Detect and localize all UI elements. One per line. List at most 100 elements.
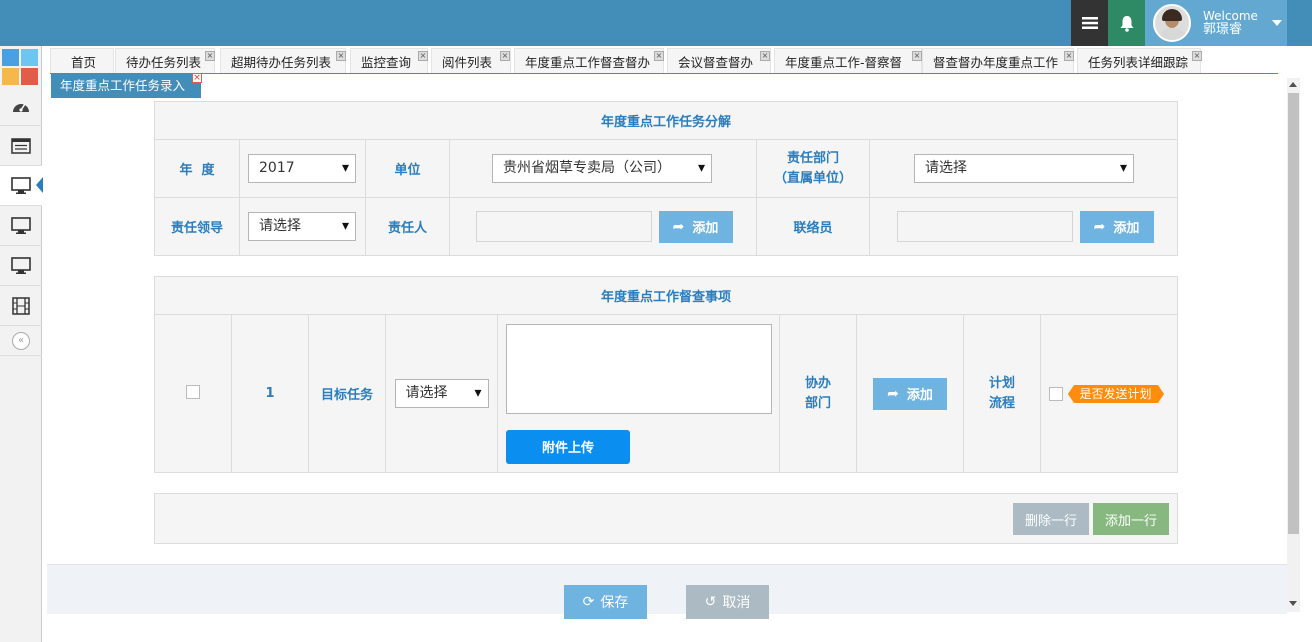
row-number: 1 — [231, 314, 309, 473]
tab-close-icon[interactable]: × — [760, 51, 770, 61]
table-row: 1 目标任务 请选择 附件上传 协办 部门 ➦添加 计划 — [154, 314, 1178, 473]
send-plan-badge: 是否发送计划 — [1067, 384, 1164, 403]
sidebar-item-dashboard[interactable] — [0, 86, 42, 126]
tab-divider — [50, 73, 1278, 74]
user-info: Welcome 郭璟睿 — [1203, 9, 1258, 37]
tab-close-icon[interactable]: × — [336, 51, 346, 61]
sidebar: « — [0, 46, 43, 642]
tab-label: 监控查询 — [361, 54, 412, 70]
responsible-person-input[interactable] — [476, 211, 652, 242]
refresh-icon: ⟳ — [582, 594, 595, 610]
tab-overdue-tasks[interactable]: 超期待办任务列表 — [220, 48, 346, 74]
vertical-scrollbar[interactable] — [1287, 78, 1300, 612]
notifications-button[interactable] — [1108, 0, 1145, 46]
scrollbar-thumb[interactable] — [1288, 93, 1299, 534]
unit-select[interactable]: 贵州省烟草专卖局（公司） — [492, 154, 712, 183]
delete-row-button[interactable]: 删除一行 — [1013, 503, 1089, 535]
menu-icon — [1081, 17, 1098, 29]
sidebar-item-desktop-2[interactable] — [0, 206, 42, 246]
tab-monitor-query[interactable]: 监控查询 — [350, 48, 428, 74]
share-icon: ➦ — [1093, 218, 1106, 235]
task-decomposition-form: 年度重点工作任务分解 年 度 2017 单位 贵州省烟草专卖局（公司） 责任部门… — [154, 101, 1178, 256]
add-liaison-button[interactable]: ➦ 添加 — [1079, 210, 1154, 243]
responsible-leader-label: 责任领导 — [154, 197, 240, 256]
tab-home[interactable]: 首页 — [50, 48, 114, 74]
responsible-person-label: 责任人 — [365, 197, 450, 256]
tab-label: 阅件列表 — [442, 54, 493, 70]
target-task-label: 目标任务 — [308, 314, 386, 473]
tab-close-icon[interactable]: × — [654, 51, 664, 61]
tab-close-icon[interactable]: × — [912, 51, 922, 61]
tab-close-icon[interactable]: × — [1192, 51, 1202, 61]
add-person-button[interactable]: ➦ 添加 — [658, 210, 733, 243]
navbar-right: Welcome 郭璟睿 — [1071, 0, 1287, 46]
tab-todo-tasks[interactable]: 待办任务列表 — [115, 48, 215, 74]
menu-button[interactable] — [1071, 0, 1108, 46]
list-icon — [11, 137, 31, 154]
caret-down-icon — [1271, 20, 1282, 26]
plan-flow-label: 计划 流程 — [963, 314, 1041, 473]
send-plan-checkbox[interactable] — [1049, 386, 1063, 401]
tab-close-icon[interactable]: × — [418, 51, 428, 61]
share-icon: ➦ — [887, 385, 899, 402]
tab-close-icon[interactable]: × — [192, 73, 202, 83]
user-menu[interactable]: Welcome 郭璟睿 — [1145, 0, 1287, 46]
tab-label: 年度重点工作督查督办 — [525, 54, 651, 70]
top-navbar: Welcome 郭璟睿 — [0, 0, 1312, 46]
tab-task-tracking[interactable]: 任务列表详细跟踪 — [1077, 48, 1201, 74]
assist-dept-label: 协办 部门 — [779, 314, 857, 473]
tab-label: 督查督办年度重点工作 — [933, 54, 1059, 70]
supervision-items-table: 年度重点工作督查事项 1 目标任务 请选择 附件上传 协办 部门 ➦添加 — [154, 276, 1178, 473]
bell-icon — [1120, 15, 1133, 32]
add-row-button[interactable]: 添加一行 — [1093, 503, 1169, 535]
target-task-textarea[interactable] — [506, 323, 772, 414]
dashboard-icon — [13, 103, 29, 112]
sidebar-item-film[interactable] — [0, 286, 42, 326]
section-title: 年度重点工作督查事项 — [154, 276, 1178, 315]
tab-close-icon[interactable]: × — [1064, 51, 1074, 61]
tab-read-list[interactable]: 阅件列表 — [431, 48, 511, 74]
sidebar-collapse-button[interactable]: « — [0, 326, 42, 356]
desktop-icon — [11, 176, 31, 194]
tab-label: 任务列表详细跟踪 — [1088, 54, 1189, 70]
share-icon: ➦ — [672, 218, 685, 235]
sidebar-item-list[interactable] — [0, 126, 42, 166]
liaison-input[interactable] — [897, 211, 1073, 242]
desktop-icon — [11, 216, 31, 234]
add-assist-dept-button[interactable]: ➦ 添加 — [873, 377, 947, 410]
responsible-dept-label: 责任部门 （直属单位） — [756, 139, 870, 198]
upload-attachment-button[interactable]: 附件上传 — [506, 429, 630, 464]
scroll-down-arrow-icon[interactable] — [1289, 601, 1297, 606]
row-checkbox[interactable] — [186, 384, 200, 399]
tab-label: 超期待办任务列表 — [231, 54, 332, 70]
main-content: 年度重点工作任务分解 年 度 2017 单位 贵州省烟草专卖局（公司） 责任部门… — [47, 90, 1287, 619]
sidebar-item-desktop-3[interactable] — [0, 246, 42, 286]
tab-supervision-annual-work[interactable]: 督查督办年度重点工作 — [922, 48, 1074, 74]
tab-annual-inspection[interactable]: 年度重点工作-督察督 — [774, 48, 922, 74]
target-task-select[interactable]: 请选择 — [394, 379, 489, 408]
username: 郭璟睿 — [1203, 22, 1243, 37]
year-select[interactable]: 2017 — [248, 154, 356, 183]
save-button[interactable]: ⟳ 保存 — [564, 585, 647, 619]
desktop-icon — [11, 256, 31, 274]
app-logo — [2, 49, 38, 85]
tab-label: 会议督查督办 — [678, 54, 754, 70]
year-label: 年 度 — [154, 139, 240, 198]
unit-label: 单位 — [365, 139, 450, 198]
tab-close-icon[interactable]: × — [205, 51, 215, 61]
tab-close-icon[interactable]: × — [500, 51, 510, 61]
responsible-leader-select[interactable]: 请选择 — [248, 212, 356, 241]
liaison-label: 联络员 — [756, 197, 870, 256]
double-chevron-left-icon: « — [12, 331, 30, 350]
sidebar-item-desktop-1[interactable] — [0, 166, 43, 206]
film-icon — [12, 296, 30, 315]
form-footer: ⟳ 保存 ↺ 取消 — [47, 564, 1287, 619]
tab-label: 首页 — [71, 54, 97, 70]
responsible-dept-select[interactable]: 请选择 — [914, 154, 1134, 183]
section-title: 年度重点工作任务分解 — [154, 101, 1178, 140]
scroll-up-arrow-icon[interactable] — [1289, 82, 1297, 87]
cancel-button[interactable]: ↺ 取消 — [686, 585, 769, 619]
avatar — [1153, 4, 1191, 42]
tab-meeting-supervision[interactable]: 会议督查督办 — [667, 48, 771, 74]
tab-annual-supervision[interactable]: 年度重点工作督查督办 — [514, 48, 664, 74]
